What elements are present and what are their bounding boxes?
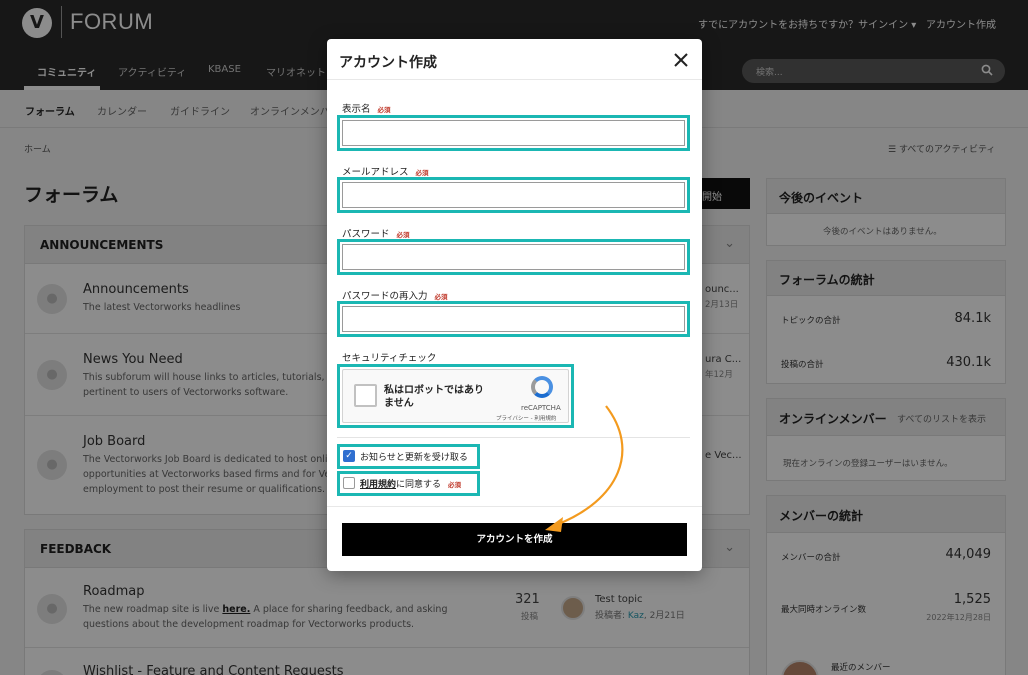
annotation-arrow-icon [545,405,624,532]
